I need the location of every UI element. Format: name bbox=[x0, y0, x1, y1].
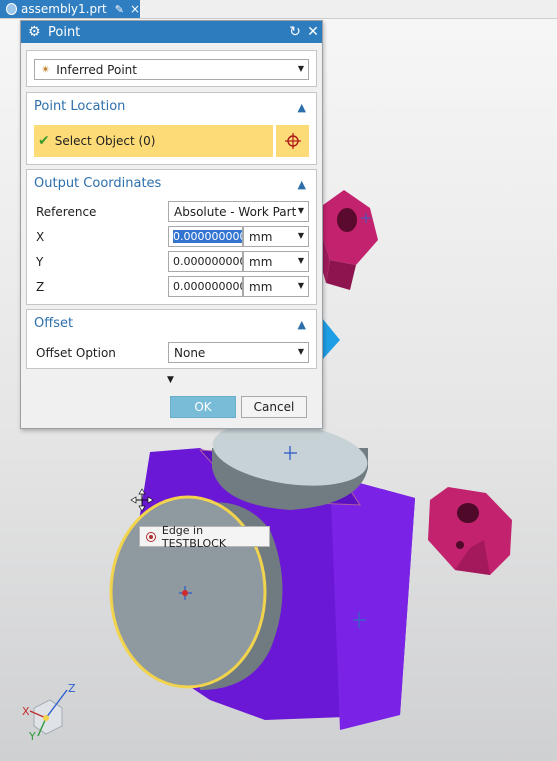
reference-value: Absolute - Work Part bbox=[174, 204, 297, 219]
type-group: ✴ Inferred Point ▼ bbox=[26, 50, 317, 87]
tooltip-text: Edge in TESTBLOCK bbox=[161, 523, 227, 550]
x-value: 0.0000000000 bbox=[173, 230, 242, 243]
chevron-down-icon: ▼ bbox=[297, 256, 304, 265]
offset-option-label: Offset Option bbox=[36, 346, 116, 360]
file-tab[interactable]: assembly1.prt ✎ × bbox=[0, 0, 140, 18]
select-object-row[interactable]: ✔ Select Object (0) bbox=[34, 125, 273, 157]
y-label: Y bbox=[36, 255, 44, 269]
point-location-header[interactable]: Point Location bbox=[34, 99, 125, 114]
point-type-dropdown[interactable]: ✴ Inferred Point ▼ bbox=[34, 59, 309, 80]
z-unit: mm bbox=[249, 279, 273, 294]
offset-group: Offset ▲ Offset Option None ▼ bbox=[26, 309, 317, 369]
triad-z-label: Z bbox=[68, 682, 76, 695]
offset-option-value: None bbox=[174, 345, 206, 360]
dialog-titlebar[interactable]: ⚙ Point ↻ ✕ bbox=[21, 21, 322, 43]
collapse-output-coordinates-icon[interactable]: ▲ bbox=[298, 178, 306, 191]
close-dialog-icon[interactable]: ✕ bbox=[304, 24, 322, 40]
chevron-down-icon: ▼ bbox=[297, 64, 304, 73]
cyan-part[interactable] bbox=[322, 318, 340, 360]
point-dialog-button[interactable] bbox=[276, 125, 309, 157]
file-tab-bar: assembly1.prt ✎ × bbox=[0, 0, 557, 19]
chevron-down-icon: ▼ bbox=[297, 347, 304, 356]
point-type-value: Inferred Point bbox=[56, 62, 137, 77]
cancel-button[interactable]: Cancel bbox=[241, 396, 307, 418]
point-location-group: Point Location ▲ ✔ Select Object (0) bbox=[26, 92, 317, 165]
point-crosshair-icon bbox=[284, 133, 301, 149]
z-label: Z bbox=[36, 280, 45, 294]
y-value: 0.0000000000 bbox=[173, 255, 242, 268]
select-object-label: Select Object (0) bbox=[54, 134, 156, 148]
x-unit-dropdown[interactable]: mm ▼ bbox=[243, 226, 309, 247]
point-dialog: ⚙ Point ↻ ✕ ✴ Inferred Point ▼ Point Loc… bbox=[20, 20, 323, 429]
offset-header[interactable]: Offset bbox=[34, 316, 73, 331]
reference-dropdown[interactable]: Absolute - Work Part ▼ bbox=[168, 201, 309, 222]
x-label: X bbox=[36, 230, 45, 244]
chevron-down-icon: ▼ bbox=[297, 231, 304, 240]
y-unit: mm bbox=[249, 254, 273, 269]
file-tab-label: assembly1.prt bbox=[21, 2, 107, 16]
hex-nut-upper[interactable] bbox=[318, 190, 378, 290]
y-input[interactable]: 0.0000000000 bbox=[168, 251, 243, 272]
chevron-down-icon: ▼ bbox=[297, 206, 304, 215]
chevron-down-icon: ▼ bbox=[297, 281, 304, 290]
edge-icon bbox=[146, 531, 156, 542]
show-more-icon[interactable]: ▼ bbox=[167, 375, 174, 385]
z-value: 0.0000000000 bbox=[173, 280, 242, 293]
checkmark-icon: ✔ bbox=[38, 133, 50, 149]
z-input[interactable]: 0.0000000000 bbox=[168, 276, 243, 297]
reset-icon[interactable]: ↻ bbox=[286, 24, 304, 40]
close-tab-icon[interactable]: × bbox=[130, 2, 140, 16]
triad-x-label: X bbox=[22, 705, 30, 718]
collapse-offset-icon[interactable]: ▲ bbox=[298, 318, 306, 331]
reference-label: Reference bbox=[36, 205, 97, 219]
gear-icon: ⚙ bbox=[28, 24, 41, 40]
y-unit-dropdown[interactable]: mm ▼ bbox=[243, 251, 309, 272]
inferred-point-icon: ✴ bbox=[41, 63, 51, 76]
dialog-title: Point bbox=[48, 24, 81, 40]
selection-tooltip: Edge in TESTBLOCK bbox=[139, 523, 270, 550]
ok-button[interactable]: OK bbox=[170, 396, 236, 418]
modified-icon: ✎ bbox=[114, 2, 124, 16]
coordinate-triad: Z X Y bbox=[22, 682, 76, 743]
output-coordinates-group: Output Coordinates ▲ Reference Absolute … bbox=[26, 169, 317, 305]
x-input[interactable]: 0.0000000000 bbox=[168, 226, 243, 247]
offset-option-dropdown[interactable]: None ▼ bbox=[168, 342, 309, 363]
hex-nut-right[interactable] bbox=[428, 487, 512, 575]
collapse-point-location-icon[interactable]: ▲ bbox=[298, 101, 306, 114]
part-file-icon bbox=[6, 3, 18, 15]
z-unit-dropdown[interactable]: mm ▼ bbox=[243, 276, 309, 297]
triad-y-label: Y bbox=[28, 730, 36, 743]
output-coordinates-header[interactable]: Output Coordinates bbox=[34, 176, 161, 191]
x-unit: mm bbox=[249, 229, 273, 244]
